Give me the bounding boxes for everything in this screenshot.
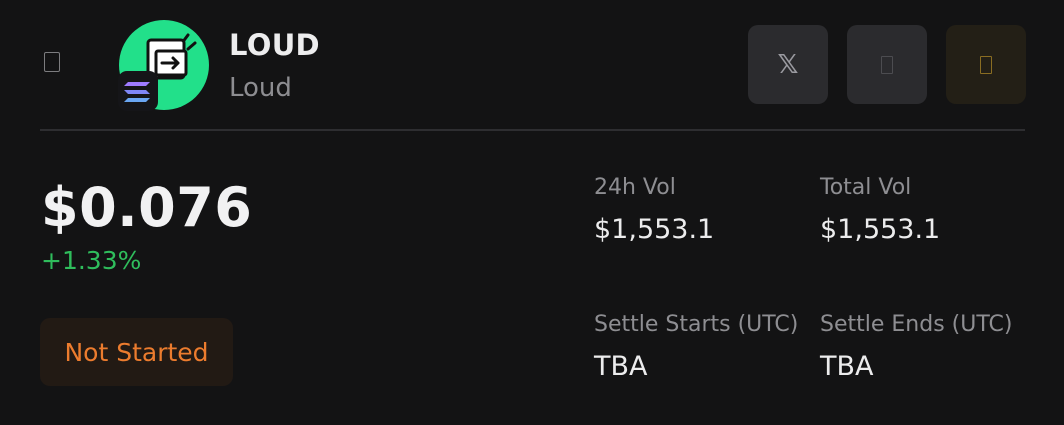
status-label: Not Started bbox=[64, 337, 209, 367]
select-checkbox[interactable] bbox=[44, 52, 60, 72]
stat-value-settle-starts: TBA bbox=[594, 351, 648, 382]
stat-label-settle-ends: Settle Ends (UTC) bbox=[820, 312, 1013, 337]
stat-value-total-vol: $1,553.1 bbox=[820, 214, 941, 245]
favorite-icon bbox=[980, 55, 992, 74]
x-twitter-icon: 𝕏 bbox=[777, 49, 799, 80]
token-card: LOUD Loud 𝕏 $0.076 +1.33% Not Started 24… bbox=[0, 0, 1064, 425]
stat-value-24h-vol: $1,553.1 bbox=[594, 214, 715, 245]
token-name: Loud bbox=[229, 73, 292, 103]
token-logo bbox=[118, 19, 210, 111]
website-button[interactable] bbox=[847, 25, 927, 104]
website-icon bbox=[881, 55, 893, 74]
stat-label-24h-vol: 24h Vol bbox=[594, 175, 676, 200]
token-logo-icon bbox=[118, 20, 209, 111]
favorite-button[interactable] bbox=[946, 25, 1026, 104]
status-badge: Not Started bbox=[40, 318, 233, 386]
token-price: $0.076 bbox=[41, 176, 253, 239]
price-change: +1.33% bbox=[41, 246, 142, 275]
header-divider bbox=[40, 129, 1025, 131]
token-symbol: LOUD bbox=[229, 28, 320, 62]
x-link-button[interactable]: 𝕏 bbox=[748, 25, 828, 104]
stat-label-total-vol: Total Vol bbox=[820, 175, 912, 200]
stat-label-settle-starts: Settle Starts (UTC) bbox=[594, 312, 799, 337]
stat-value-settle-ends: TBA bbox=[820, 351, 874, 382]
